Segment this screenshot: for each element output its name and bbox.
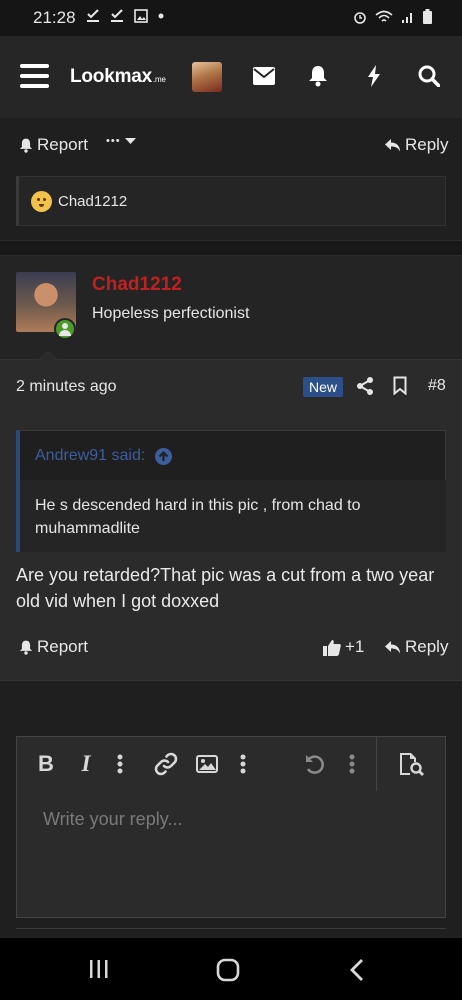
reaction-summary[interactable]: Chad1212 (16, 176, 446, 226)
reply-label: Reply (405, 637, 449, 656)
share-icon[interactable] (356, 376, 374, 396)
reply-label: Reply (405, 135, 449, 154)
post-divider (0, 680, 462, 681)
reply-icon (385, 641, 400, 654)
user-avatar[interactable] (192, 62, 222, 92)
bell-icon[interactable] (306, 64, 330, 88)
battery-icon (423, 9, 432, 24)
home-icon[interactable] (216, 958, 240, 982)
menu-icon[interactable] (20, 64, 49, 88)
post-pointer (38, 350, 58, 360)
site-navbar: Lookmax.me (0, 36, 462, 118)
lightning-icon[interactable] (362, 64, 386, 88)
new-badge: New (303, 377, 344, 397)
quote-text: He s descended hard in this pic , from c… (16, 480, 446, 552)
reply-input[interactable]: Write your reply... (43, 809, 182, 830)
confused-emoji-icon (31, 190, 52, 212)
quote-header[interactable]: Andrew91 said: (20, 431, 445, 481)
bell-icon (19, 640, 33, 655)
link-icon[interactable] (153, 751, 179, 777)
post-message: Are you retarded?That pic was a cut from… (16, 565, 435, 611)
thumbs-up-icon (323, 639, 341, 656)
signal-icon (402, 12, 412, 23)
reaction-user: Chad1212 (58, 192, 128, 210)
dot-icon (158, 13, 164, 19)
wifi-icon (375, 10, 393, 22)
report-label: Report (37, 637, 89, 656)
post-body: Andrew91 said: He s descended hard in th… (0, 416, 462, 680)
like-button[interactable]: +1 (323, 637, 364, 657)
post-meta: 2 minutes ago New #8 (0, 360, 462, 416)
bold-icon[interactable]: B (35, 751, 57, 777)
post-number[interactable]: #8 (428, 377, 446, 395)
reply-icon (385, 139, 400, 152)
caret-down-icon (124, 138, 136, 144)
undo-icon[interactable] (303, 751, 327, 777)
recent-apps-icon[interactable] (88, 958, 110, 980)
reply-button[interactable]: Reply (384, 135, 448, 155)
image-icon (134, 9, 148, 23)
search-icon[interactable] (417, 64, 441, 88)
online-status-icon (54, 318, 76, 340)
toolbar-separator (376, 737, 377, 791)
reply-editor: B I Write your reply... (16, 736, 446, 918)
arrow-up-circle-icon[interactable] (155, 447, 173, 465)
italic-icon[interactable]: I (75, 751, 97, 777)
more-label: ••• (106, 135, 121, 147)
more-insert-options-icon[interactable] (236, 751, 250, 777)
reply-button[interactable]: Reply (384, 637, 448, 657)
status-bar: 21:28 (0, 0, 462, 36)
more-text-options-icon[interactable] (113, 751, 127, 777)
system-navigation-bar (0, 938, 462, 1000)
post-time[interactable]: 2 minutes ago (16, 378, 117, 396)
preview-icon[interactable] (397, 751, 425, 777)
alarm-icon (354, 11, 366, 24)
report-label: Report (37, 135, 89, 154)
site-logo[interactable]: Lookmax.me (70, 66, 166, 88)
editor-footer (16, 928, 446, 938)
envelope-icon[interactable] (252, 64, 276, 88)
quote-author: Andrew91 said: (35, 447, 146, 464)
post-username[interactable]: Chad1212 (92, 274, 182, 296)
post-separator (0, 240, 462, 256)
download-done-icon (87, 9, 99, 22)
back-icon[interactable] (349, 958, 365, 982)
like-count: +1 (345, 637, 365, 656)
download-done-icon (111, 9, 123, 22)
bell-icon (19, 138, 33, 153)
bookmark-icon[interactable] (393, 376, 407, 395)
status-time: 21:28 (33, 8, 76, 27)
previous-post-actions: Report ••• Reply (0, 118, 462, 174)
more-options-button[interactable]: ••• (106, 135, 136, 147)
system-icons (353, 9, 432, 24)
notification-icons (86, 9, 164, 23)
quote-block: Andrew91 said: He s descended hard in th… (16, 430, 446, 552)
more-options-icon[interactable] (345, 751, 359, 777)
image-icon[interactable] (194, 751, 220, 777)
report-button[interactable]: Report (19, 135, 88, 155)
user-title: Hopeless perfectionist (92, 305, 250, 322)
editor-toolbar: B I (17, 737, 445, 791)
report-button[interactable]: Report (19, 637, 88, 657)
